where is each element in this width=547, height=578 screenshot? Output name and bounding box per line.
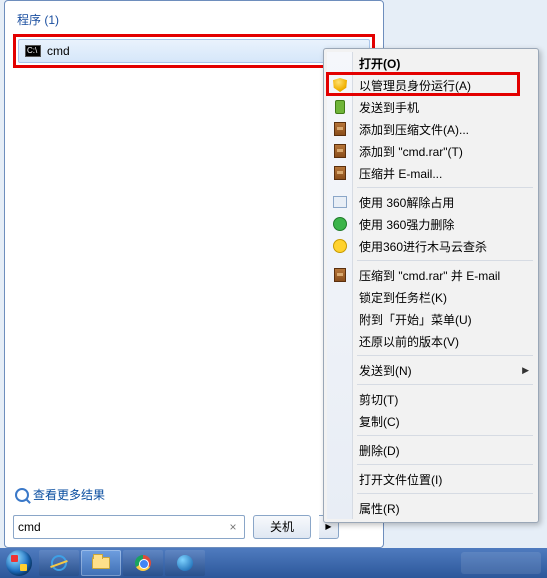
windows-orb-icon	[6, 550, 32, 576]
shield-icon	[332, 77, 348, 93]
highlight-box-result: C:\ cmd	[13, 34, 375, 68]
search-row: × 关机 ▶	[13, 515, 375, 539]
menu-pin-taskbar[interactable]: 锁定到任务栏(K)	[327, 286, 535, 308]
menu-separator	[357, 260, 533, 261]
rar-icon	[332, 267, 348, 283]
menu-pin-start-label: 附到「开始」菜单(U)	[359, 311, 472, 328]
cmd-icon: C:\	[25, 45, 41, 57]
menu-open-label: 打开(O)	[359, 55, 400, 72]
menu-copy[interactable]: 复制(C)	[327, 410, 535, 432]
menu-separator	[357, 355, 533, 356]
rar-icon	[332, 121, 348, 137]
menu-360-cloud-scan-label: 使用360进行木马云查杀	[359, 238, 487, 255]
taskbar	[0, 548, 547, 578]
menu-compress-rar-email[interactable]: 压缩到 "cmd.rar" 并 E-mail	[327, 264, 535, 286]
menu-compress-email-label: 压缩并 E-mail...	[359, 165, 442, 182]
menu-compress-email[interactable]: 压缩并 E-mail...	[327, 162, 535, 184]
menu-cut-label: 剪切(T)	[359, 391, 398, 408]
phone-icon	[332, 99, 348, 115]
menu-separator	[357, 493, 533, 494]
menu-add-archive[interactable]: 添加到压缩文件(A)...	[327, 118, 535, 140]
menu-add-cmd-rar[interactable]: 添加到 "cmd.rar"(T)	[327, 140, 535, 162]
menu-cut[interactable]: 剪切(T)	[327, 388, 535, 410]
menu-restore-previous[interactable]: 还原以前的版本(V)	[327, 330, 535, 352]
rar-icon	[332, 165, 348, 181]
box-icon	[332, 194, 348, 210]
submenu-arrow-icon: ▶	[522, 365, 529, 376]
menu-separator	[357, 435, 533, 436]
menu-send-to-label: 发送到(N)	[359, 362, 412, 379]
section-title-programs: 程序 (1)	[13, 7, 375, 34]
menu-pin-start[interactable]: 附到「开始」菜单(U)	[327, 308, 535, 330]
menu-run-as-admin[interactable]: 以管理员身份运行(A)	[327, 74, 535, 96]
shutdown-button[interactable]: 关机	[253, 515, 311, 539]
menu-add-cmd-rar-label: 添加到 "cmd.rar"(T)	[359, 143, 463, 160]
menu-compress-rar-email-label: 压缩到 "cmd.rar" 并 E-mail	[359, 267, 500, 284]
menu-run-as-admin-label: 以管理员身份运行(A)	[359, 77, 471, 94]
taskbar-browser[interactable]	[165, 550, 205, 576]
menu-restore-previous-label: 还原以前的版本(V)	[359, 333, 459, 350]
start-button[interactable]	[0, 548, 38, 578]
context-menu: 打开(O) 以管理员身份运行(A) 发送到手机 添加到压缩文件(A)... 添加…	[323, 48, 539, 523]
menu-open[interactable]: 打开(O)	[327, 52, 535, 74]
menu-separator	[357, 384, 533, 385]
menu-delete-label: 删除(D)	[359, 442, 400, 459]
search-box[interactable]: ×	[13, 515, 245, 539]
globe-icon	[177, 555, 193, 571]
menu-360-force-delete-label: 使用 360强力删除	[359, 216, 454, 233]
360-yellow-icon	[332, 238, 348, 254]
menu-send-to[interactable]: 发送到(N) ▶	[327, 359, 535, 381]
menu-360-force-delete[interactable]: 使用 360强力删除	[327, 213, 535, 235]
chrome-icon	[135, 555, 151, 571]
search-result-cmd[interactable]: C:\ cmd	[18, 39, 370, 63]
360-green-icon	[332, 216, 348, 232]
search-icon	[15, 488, 29, 502]
menu-send-to-phone[interactable]: 发送到手机	[327, 96, 535, 118]
taskbar-chrome[interactable]	[123, 550, 163, 576]
see-more-results-label: 查看更多结果	[33, 486, 105, 503]
menu-360-cloud-scan[interactable]: 使用360进行木马云查杀	[327, 235, 535, 257]
rar-icon	[332, 143, 348, 159]
menu-delete[interactable]: 删除(D)	[327, 439, 535, 461]
menu-separator	[357, 464, 533, 465]
see-more-results-link[interactable]: 查看更多结果	[15, 486, 105, 503]
taskbar-tray-area	[461, 552, 541, 574]
search-input[interactable]	[18, 520, 226, 534]
menu-properties-label: 属性(R)	[359, 500, 400, 517]
menu-360-unlock[interactable]: 使用 360解除占用	[327, 191, 535, 213]
taskbar-ie[interactable]	[39, 550, 79, 576]
menu-send-to-phone-label: 发送到手机	[359, 99, 419, 116]
search-result-label: cmd	[47, 44, 70, 58]
menu-separator	[357, 187, 533, 188]
ie-icon	[51, 555, 67, 571]
menu-360-unlock-label: 使用 360解除占用	[359, 194, 454, 211]
menu-open-file-location-label: 打开文件位置(I)	[359, 471, 442, 488]
menu-open-file-location[interactable]: 打开文件位置(I)	[327, 468, 535, 490]
menu-add-archive-label: 添加到压缩文件(A)...	[359, 121, 469, 138]
menu-pin-taskbar-label: 锁定到任务栏(K)	[359, 289, 447, 306]
menu-copy-label: 复制(C)	[359, 413, 400, 430]
clear-search-button[interactable]: ×	[226, 520, 240, 534]
menu-properties[interactable]: 属性(R)	[327, 497, 535, 519]
folder-icon	[92, 557, 110, 569]
taskbar-explorer[interactable]	[81, 550, 121, 576]
